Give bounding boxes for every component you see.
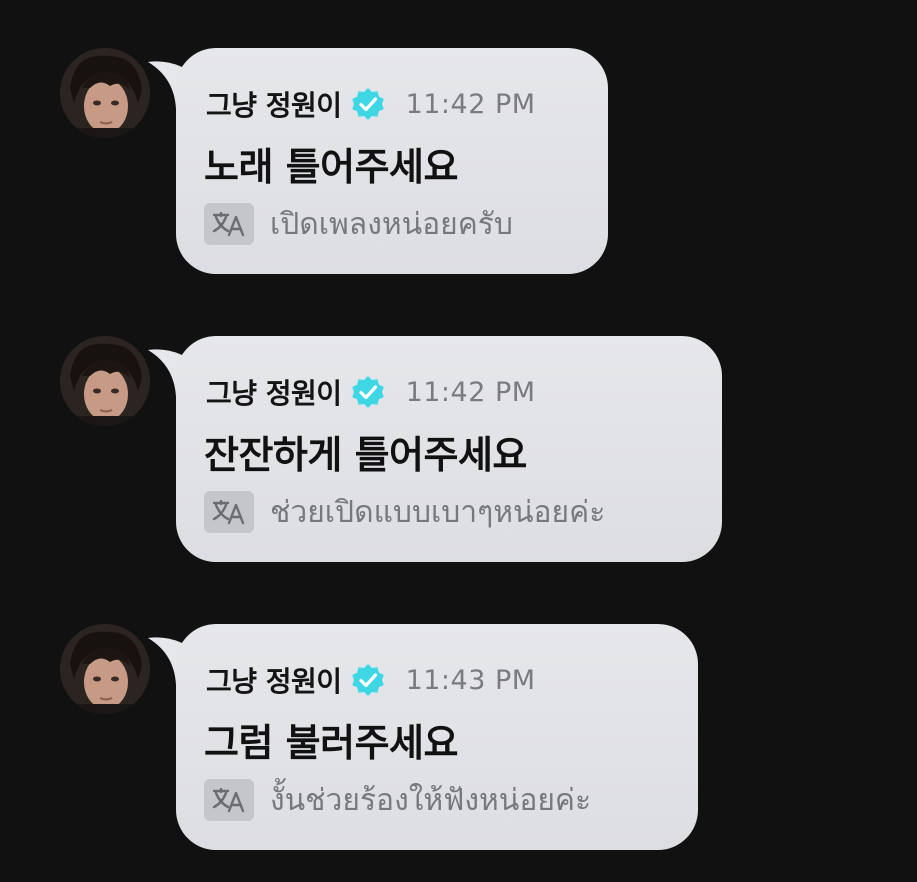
chat-feed: 그냥 정원이 11:42 PM 노래 틀어주세요 เปิดเพลงหน่อยคร…: [0, 0, 917, 882]
translation: เปิดเพลงหน่อยครับ: [204, 202, 513, 246]
chat-message: 그냥 정원이 11:42 PM 잔잔하게 틀어주세요 ช่วยเปิดแบบเบ…: [0, 336, 917, 566]
message-bubble[interactable]: 그냥 정원이 11:43 PM 그럼 불러주세요 งั้นช่วยร้องให้…: [176, 624, 698, 850]
translate-icon[interactable]: [204, 203, 254, 245]
message-bubble[interactable]: 그냥 정원이 11:42 PM 노래 틀어주세요 เปิดเพลงหน่อยคร…: [176, 48, 608, 274]
username[interactable]: 그냥 정원이: [206, 660, 342, 700]
chat-message: 그냥 정원이 11:43 PM 그럼 불러주세요 งั้นช่วยร้องให้…: [0, 624, 917, 854]
avatar-image: [60, 336, 150, 426]
message-text: 잔잔하게 틀어주세요: [204, 433, 527, 477]
translation-text: งั้นช่วยร้องให้ฟังหน่อยค่ะ: [270, 782, 592, 818]
translation-text: ช่วยเปิดแบบเบาๆหน่อยค่ะ: [270, 494, 606, 530]
translation: ช่วยเปิดแบบเบาๆหน่อยค่ะ: [204, 490, 605, 534]
chat-message: 그냥 정원이 11:42 PM 노래 틀어주세요 เปิดเพลงหน่อยคร…: [0, 48, 917, 278]
timestamp: 11:42 PM: [405, 88, 536, 120]
message-bubble[interactable]: 그냥 정원이 11:42 PM 잔잔하게 틀어주세요 ช่วยเปิดแบบเบ…: [176, 336, 722, 562]
verified-badge-icon: [351, 88, 384, 120]
avatar[interactable]: [60, 336, 150, 426]
message-text: 그럼 불러주세요: [204, 721, 458, 765]
message-header: 그냥 정원이 11:42 PM: [206, 84, 536, 124]
message-header: 그냥 정원이 11:43 PM: [206, 660, 536, 700]
timestamp: 11:43 PM: [405, 664, 536, 696]
message-header: 그냥 정원이 11:42 PM: [206, 372, 536, 412]
avatar[interactable]: [60, 624, 150, 714]
avatar-image: [60, 624, 150, 714]
avatar-image: [60, 48, 150, 138]
translate-icon[interactable]: [204, 491, 254, 533]
message-text: 노래 틀어주세요: [204, 145, 458, 189]
translation-text: เปิดเพลงหน่อยครับ: [270, 206, 513, 242]
translate-icon[interactable]: [204, 779, 254, 821]
username[interactable]: 그냥 정원이: [206, 372, 342, 412]
verified-badge-icon: [351, 664, 384, 696]
timestamp: 11:42 PM: [405, 376, 536, 408]
verified-badge-icon: [351, 376, 384, 408]
username[interactable]: 그냥 정원이: [206, 84, 342, 124]
translation: งั้นช่วยร้องให้ฟังหน่อยค่ะ: [204, 778, 591, 822]
avatar[interactable]: [60, 48, 150, 138]
